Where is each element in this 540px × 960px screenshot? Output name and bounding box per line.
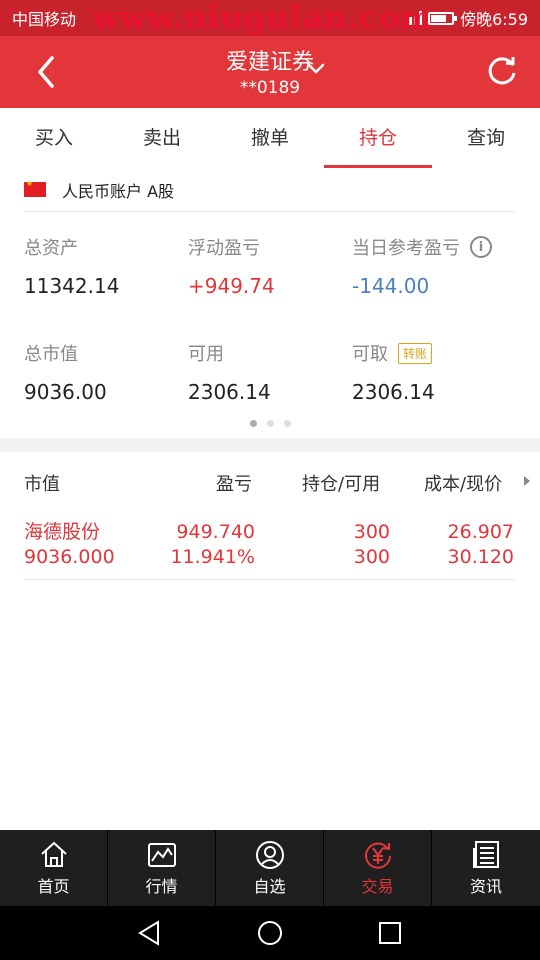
market-value-cell: 总市值 9036.00 xyxy=(24,340,107,404)
floating-pl-label: 浮动盈亏 xyxy=(188,238,260,259)
yuan-icon xyxy=(364,842,391,869)
col-position: 持仓/可用 xyxy=(302,474,381,495)
carrier-name: 中国移动 xyxy=(12,10,77,29)
chart-icon xyxy=(147,843,176,867)
status-time: 傍晚6:59 xyxy=(460,10,528,29)
section-divider xyxy=(0,438,540,452)
account-number: **0189 xyxy=(239,78,301,98)
nav-watchlist-label: 自选 xyxy=(253,877,286,896)
app-header: 爱建证券 **0189 xyxy=(0,36,540,108)
stock-available: 300 xyxy=(353,546,390,568)
status-bar: 中国移动 www.niugulan.com 傍晚6:59 xyxy=(0,0,540,36)
withdrawable-value: 2306.14 xyxy=(352,380,435,404)
tab-query[interactable]: 查询 xyxy=(432,108,540,168)
app-screen: 中国移动 www.niugulan.com 傍晚6:59 爱建证券 **0189… xyxy=(0,0,540,960)
holdings-header: 市值 盈亏 持仓/可用 成本/现价 xyxy=(0,452,540,512)
stock-cost: 26.907 xyxy=(447,521,514,543)
available-label: 可用 xyxy=(188,344,224,365)
scroll-right-icon[interactable] xyxy=(524,476,530,486)
col-pl: 盈亏 xyxy=(216,474,252,495)
available-value: 2306.14 xyxy=(188,380,271,404)
trade-tabs: 买入 卖出 撤单 持仓 查询 xyxy=(0,108,540,168)
stock-pl: 949.740 xyxy=(176,521,255,543)
nav-trade[interactable]: 交易 xyxy=(324,830,432,906)
nav-home-label: 首页 xyxy=(37,877,70,896)
withdrawable-header: 可取 转账 xyxy=(352,340,435,366)
nav-trade-label: 交易 xyxy=(361,877,394,896)
info-icon[interactable]: i xyxy=(470,236,492,258)
total-assets-cell: 总资产 11342.14 xyxy=(24,234,119,298)
watermark-text: www.niugulan.com xyxy=(92,0,435,36)
system-nav-bar xyxy=(0,906,540,960)
chevron-down-icon[interactable] xyxy=(306,62,326,76)
account-type-row[interactable]: 人民币账户 A股 xyxy=(24,168,516,212)
nav-market-label: 行情 xyxy=(145,877,178,896)
bottom-nav: 首页 行情 自选 交易 资讯 xyxy=(0,830,540,906)
total-assets-value: 11342.14 xyxy=(24,274,120,298)
refresh-icon[interactable] xyxy=(484,54,520,90)
page-dot xyxy=(283,420,291,427)
tab-sell[interactable]: 卖出 xyxy=(108,108,216,168)
recents-square-icon[interactable] xyxy=(376,919,404,947)
person-icon xyxy=(255,841,284,869)
battery-icon xyxy=(428,11,458,25)
withdrawable-cell: 可取 转账 2306.14 xyxy=(352,340,435,404)
nav-news[interactable]: 资讯 xyxy=(432,830,540,906)
floating-pl-value: +949.74 xyxy=(188,274,275,298)
nav-news-label: 资讯 xyxy=(469,877,502,896)
back-triangle-icon[interactable] xyxy=(136,919,164,947)
stock-position: 300 xyxy=(353,521,390,543)
nav-home[interactable]: 首页 xyxy=(0,830,108,906)
tab-buy[interactable]: 买入 xyxy=(0,108,108,168)
available-cell: 可用 2306.14 xyxy=(188,340,271,404)
withdrawable-label: 可取 xyxy=(352,344,388,365)
transfer-badge[interactable]: 转账 xyxy=(398,342,433,364)
market-value-label: 总市值 xyxy=(24,344,78,365)
stock-pl-pct: 11.941% xyxy=(170,546,255,568)
page-dot xyxy=(266,420,274,427)
home-circle-icon[interactable] xyxy=(256,919,284,947)
home-icon xyxy=(40,841,67,867)
china-flag-icon xyxy=(24,179,46,197)
market-value-value: 9036.00 xyxy=(24,380,107,404)
daily-pl-cell: 当日参考盈亏 i -144.00 xyxy=(352,234,492,298)
summary-row-2: 总市值 9036.00 可用 2306.14 可取 转账 2306.14 xyxy=(24,340,524,410)
summary-row-1: 总资产 11342.14 浮动盈亏 +949.74 当日参考盈亏 i -144.… xyxy=(24,234,524,304)
tab-cancel[interactable]: 撤单 xyxy=(216,108,324,168)
col-cost-price: 成本/现价 xyxy=(424,474,503,495)
daily-pl-value: -144.00 xyxy=(352,274,430,298)
page-dot xyxy=(249,420,257,427)
nav-watchlist[interactable]: 自选 xyxy=(216,830,324,906)
broker-title: 爱建证券 xyxy=(225,50,314,75)
news-icon xyxy=(473,841,499,868)
nav-market[interactable]: 行情 xyxy=(108,830,216,906)
header-title-box[interactable]: 爱建证券 **0189 xyxy=(0,44,540,98)
table-row[interactable]: 海德股份 9036.000 949.740 11.941% 300 300 26… xyxy=(24,516,516,580)
account-type-label: 人民币账户 A股 xyxy=(62,181,175,201)
stock-name: 海德股份 xyxy=(24,521,101,543)
tab-positions[interactable]: 持仓 xyxy=(324,108,432,168)
stock-price: 30.120 xyxy=(447,546,514,568)
daily-pl-header: 当日参考盈亏 i xyxy=(352,234,492,260)
col-market-value: 市值 xyxy=(24,474,60,495)
daily-pl-label: 当日参考盈亏 xyxy=(352,238,460,259)
total-assets-label: 总资产 xyxy=(24,238,78,259)
page-indicator xyxy=(0,420,540,427)
stock-market-value: 9036.000 xyxy=(24,546,115,568)
floating-pl-cell: 浮动盈亏 +949.74 xyxy=(188,234,275,298)
